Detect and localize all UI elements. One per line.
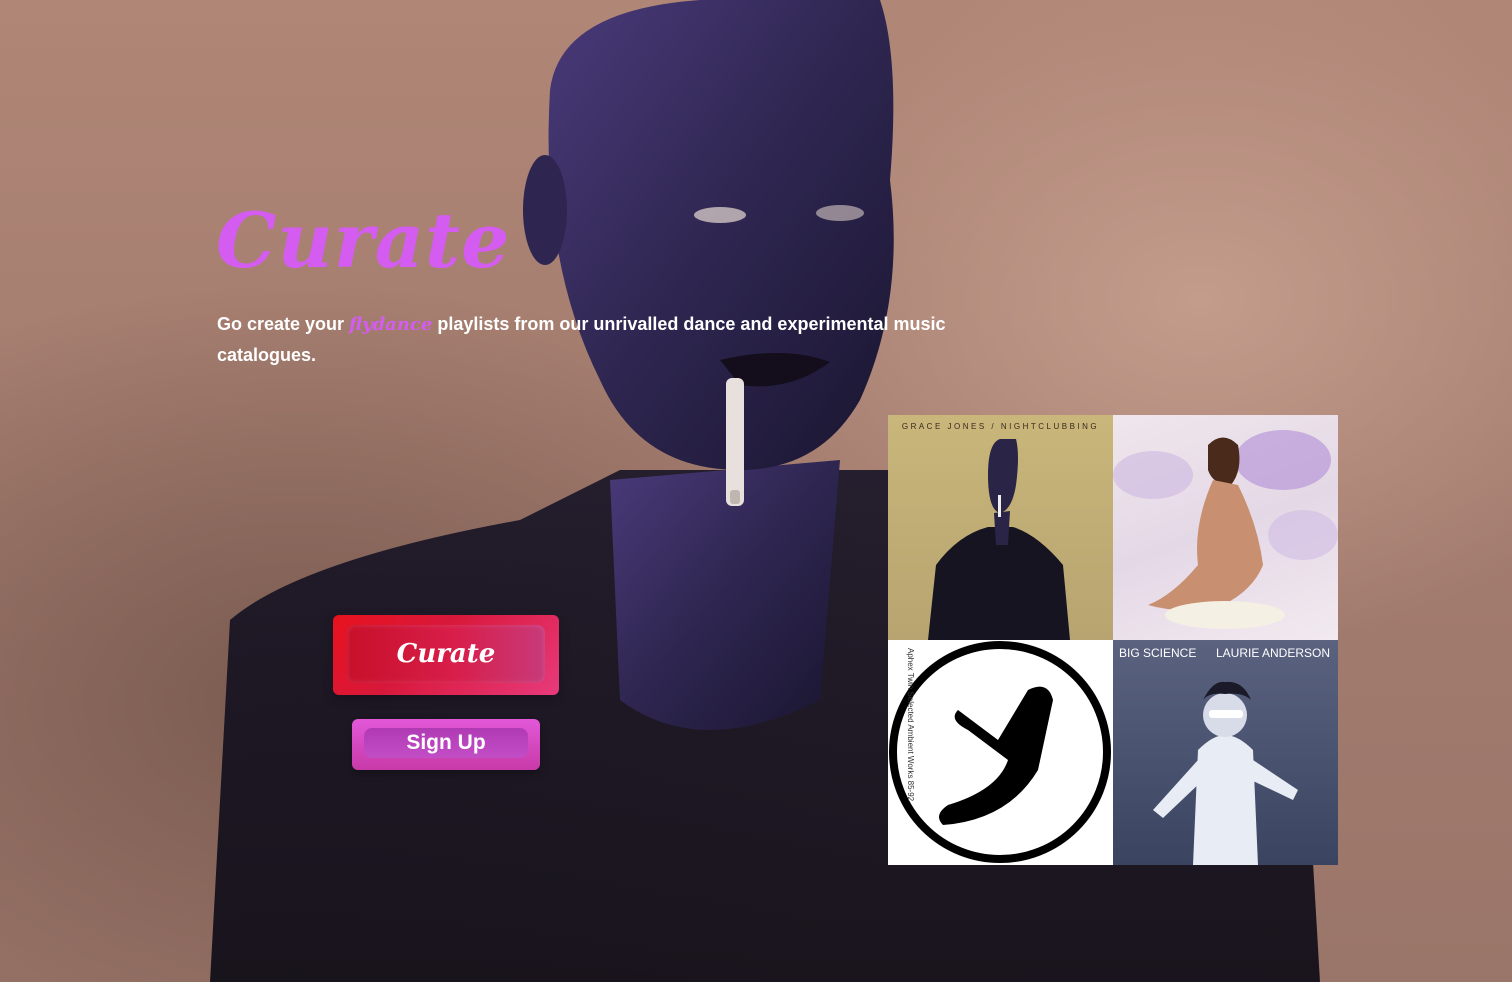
album-cover-selected-ambient-works[interactable]: Aphex Twin Selected Ambient Works 85-92 xyxy=(888,640,1113,865)
brand-name: flydance xyxy=(349,314,433,335)
curate-button-label: Curate xyxy=(347,625,545,683)
album-cover-flowers[interactable] xyxy=(1113,415,1338,640)
album-art-flowers xyxy=(1113,430,1338,629)
page-subtitle: Go create your flydance playlists from o… xyxy=(217,309,1017,370)
subtitle-text-before: Go create your xyxy=(217,314,350,334)
album-title: BIG SCIENCE xyxy=(1119,646,1197,660)
album-title: GRACE JONES / NIGHTCLUBBING xyxy=(901,422,1100,431)
page-title: Curate xyxy=(216,196,511,285)
album-art-figure xyxy=(1153,681,1298,865)
album-grid: GRACE JONES / NIGHTCLUBBING Aphex Twin S… xyxy=(888,415,1338,865)
aphex-twin-logo-icon xyxy=(889,641,1111,863)
album-artist: LAURIE ANDERSON xyxy=(1215,646,1330,660)
album-cover-nightclubbing[interactable]: GRACE JONES / NIGHTCLUBBING xyxy=(888,415,1113,640)
sign-up-button-label: Sign Up xyxy=(364,728,528,758)
sign-up-button[interactable]: Sign Up xyxy=(352,719,540,770)
album-title: Aphex Twin Selected Ambient Works 85-92 xyxy=(906,648,915,802)
curate-button[interactable]: Curate xyxy=(333,615,559,695)
album-art-figure xyxy=(928,439,1070,640)
album-cover-big-science[interactable]: BIG SCIENCE LAURIE ANDERSON xyxy=(1113,640,1338,865)
